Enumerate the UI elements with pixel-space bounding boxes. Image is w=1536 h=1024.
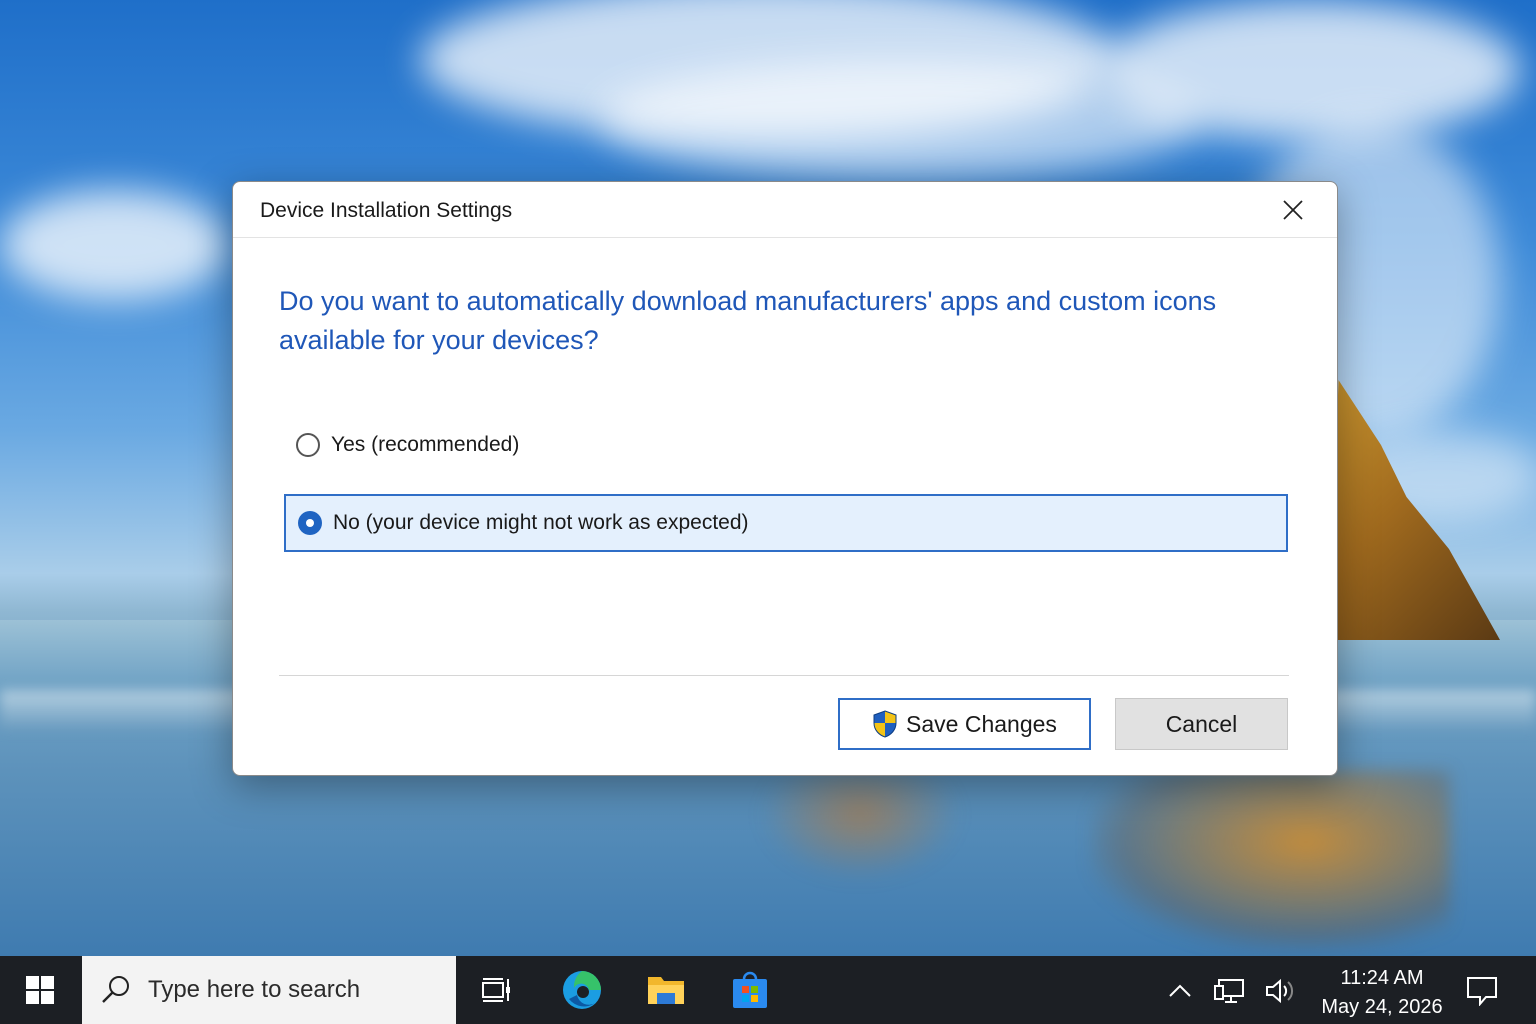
cancel-label: Cancel: [1165, 710, 1238, 737]
clock-time: 11:24 AM: [1340, 967, 1424, 989]
volume-button[interactable]: [1263, 974, 1297, 1008]
chevron-up-icon: [1169, 984, 1191, 997]
file-explorer-button[interactable]: [642, 966, 690, 1014]
option-yes[interactable]: Yes (recommended): [284, 416, 1288, 474]
store-button[interactable]: [726, 966, 774, 1014]
volume-icon: [1266, 978, 1294, 1004]
divider: [279, 675, 1289, 676]
dialog-title: Device Installation Settings: [260, 199, 513, 222]
task-view-button[interactable]: [473, 966, 521, 1014]
option-no[interactable]: No (your device might not work as expect…: [284, 494, 1288, 552]
device-installation-dialog: Device Installation Settings Do you want…: [232, 181, 1338, 776]
cancel-button[interactable]: Cancel: [1115, 698, 1288, 750]
network-button[interactable]: [1213, 974, 1247, 1008]
show-hidden-icons-button[interactable]: [1163, 974, 1197, 1008]
network-icon: [1214, 979, 1244, 1003]
close-button[interactable]: [1263, 190, 1323, 230]
search-icon: [100, 974, 132, 1006]
uac-shield-icon: [872, 710, 898, 738]
rock-reflection: [760, 770, 960, 880]
notification-icon: [1467, 977, 1497, 1006]
save-changes-label: Save Changes: [906, 710, 1057, 737]
edge-button[interactable]: [558, 966, 606, 1014]
windows-logo-icon: [26, 976, 54, 1004]
start-button[interactable]: [0, 956, 80, 1024]
option-yes-label: Yes (recommended): [331, 433, 520, 456]
rock-reflection: [1090, 770, 1450, 950]
clock-date: May 24, 2026: [1321, 996, 1443, 1018]
store-icon: [733, 971, 767, 1008]
edge-icon: [563, 971, 601, 1009]
task-view-icon: [482, 978, 510, 1002]
search-placeholder: Type here to search: [148, 976, 361, 1003]
radio-yes[interactable]: [296, 433, 320, 457]
taskbar-search-box[interactable]: Type here to search: [82, 956, 456, 1024]
action-center-button[interactable]: [1465, 974, 1499, 1008]
cloud: [0, 190, 230, 300]
close-icon: [1283, 200, 1303, 220]
option-no-label: No (your device might not work as expect…: [333, 511, 749, 534]
cloud: [1100, 0, 1520, 140]
taskbar-clock[interactable]: 11:24 AM May 24, 2026: [1318, 964, 1446, 1022]
radio-no[interactable]: [298, 511, 322, 535]
save-changes-button[interactable]: Save Changes: [838, 698, 1091, 750]
dialog-titlebar: Device Installation Settings: [233, 182, 1337, 238]
file-explorer-icon: [648, 977, 684, 1004]
question-text: Do you want to automatically download ma…: [279, 286, 1217, 355]
taskbar: Type here to search 11:24 AM May 24, 202…: [0, 956, 1536, 1024]
